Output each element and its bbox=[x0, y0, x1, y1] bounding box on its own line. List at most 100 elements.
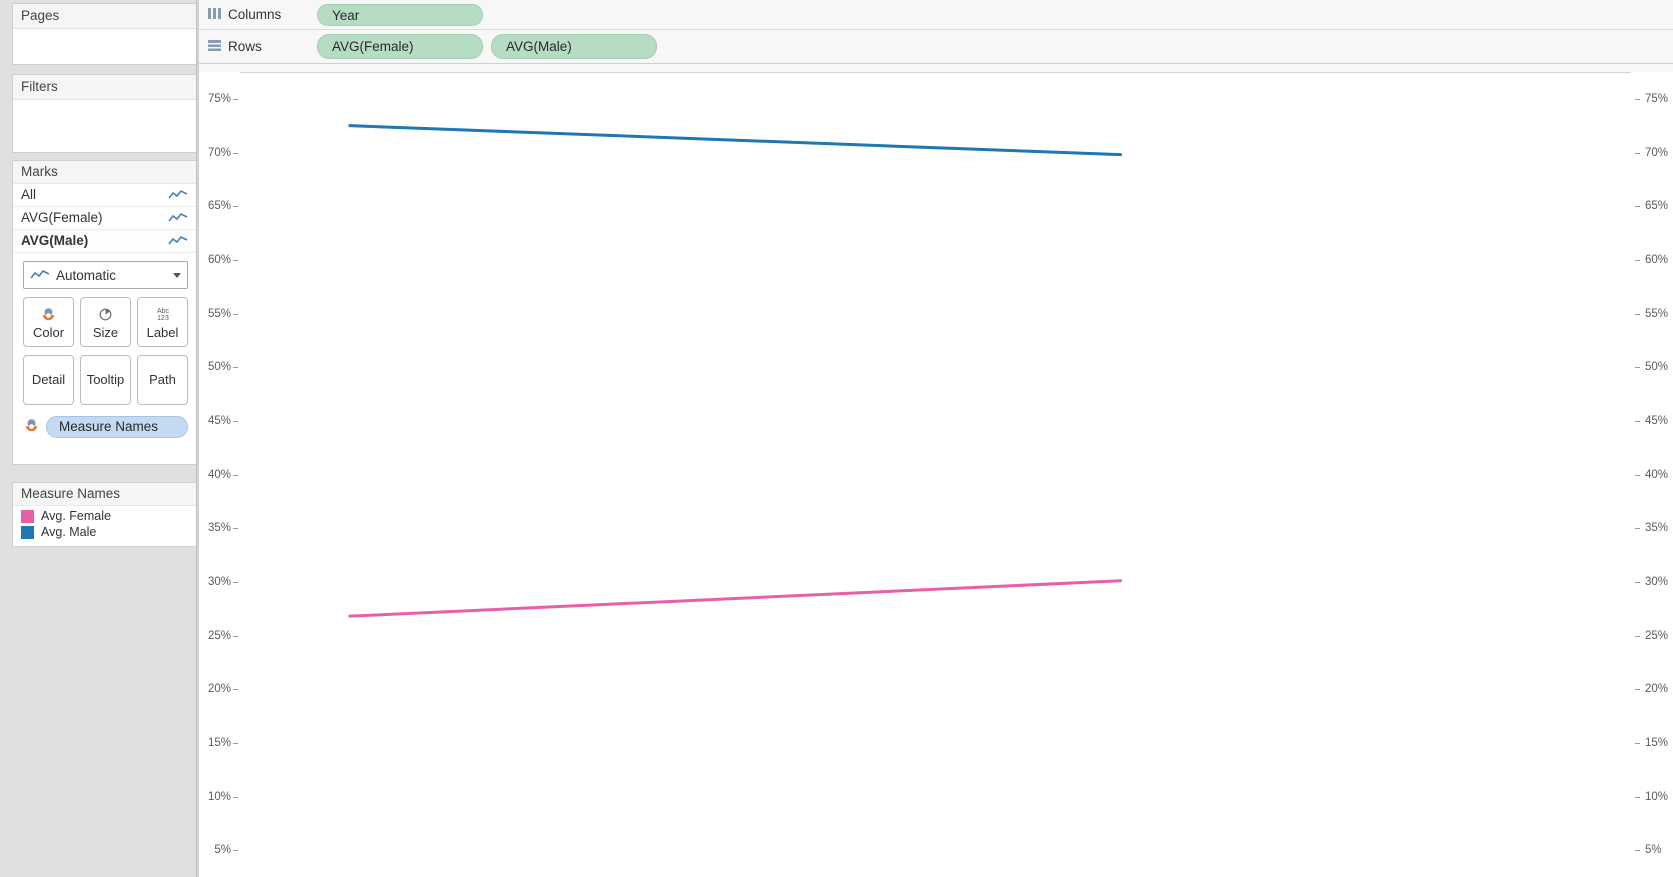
y-axis-tick-mark bbox=[233, 528, 238, 530]
y-axis-tick-mark bbox=[1635, 259, 1640, 261]
rows-label: Rows bbox=[228, 39, 262, 54]
measure-names-legend: Measure Names Avg. Female Avg. Male bbox=[12, 482, 199, 547]
y-axis-tick-label: 55% bbox=[1645, 307, 1669, 320]
rows-pill-avg-male[interactable]: AVG(Male) bbox=[491, 34, 657, 59]
path-button-label: Path bbox=[149, 372, 176, 387]
rows-pill-avg-female[interactable]: AVG(Female) bbox=[317, 34, 483, 59]
chart-view: 75% 70% 65% 60% 55% 50% 45% 40% 35% 30% 25% 20% 15% 1… bbox=[199, 72, 1673, 877]
y-axis-tick-mark bbox=[233, 850, 238, 852]
marks-layer-avg-female[interactable]: AVG(Female) bbox=[13, 207, 198, 230]
y-axis-tick-mark bbox=[233, 98, 238, 100]
marks-layer-all[interactable]: All bbox=[13, 184, 198, 207]
legend-item[interactable]: Avg. Female bbox=[13, 508, 198, 524]
series-line[interactable] bbox=[348, 579, 1123, 618]
mark-type-value: Automatic bbox=[56, 267, 117, 283]
y-axis-tick-label: 20% bbox=[1645, 683, 1669, 696]
y-axis-tick-mark bbox=[233, 206, 238, 208]
y-axis-left[interactable]: 75% 70% 65% 60% 55% 50% 45% 40% 35% 30% 25% 20% 15% 1… bbox=[199, 72, 240, 877]
columns-shelf[interactable]: Columns Year bbox=[199, 0, 1673, 30]
chart-lines bbox=[348, 124, 1123, 618]
y-axis-tick-mark bbox=[233, 635, 238, 637]
mark-type-select[interactable]: Automatic bbox=[23, 261, 188, 289]
y-axis-tick-label: 60% bbox=[207, 253, 231, 266]
marks-card-title: Marks bbox=[13, 161, 198, 184]
rows-icon bbox=[208, 39, 221, 54]
y-axis-tick-mark bbox=[1635, 313, 1640, 315]
detail-button-label: Detail bbox=[31, 372, 66, 387]
y-axis-tick-mark bbox=[1635, 850, 1640, 852]
marks-encoding-row: Measure Names bbox=[23, 416, 188, 438]
label-button[interactable]: Abc 123 Label bbox=[137, 297, 188, 347]
y-axis-tick-mark bbox=[233, 259, 238, 261]
y-axis-tick-mark bbox=[1635, 474, 1640, 476]
line-chart-icon bbox=[168, 212, 188, 224]
marks-layer-avg-male-label: AVG(Male) bbox=[21, 233, 89, 248]
color-button-label: Color bbox=[32, 325, 65, 340]
size-button[interactable]: Size bbox=[80, 297, 131, 347]
marks-layer-list: All AVG(Female) AVG(Male) bbox=[13, 184, 198, 253]
y-axis-tick-label: 45% bbox=[207, 414, 231, 427]
rows-shelf[interactable]: Rows AVG(Female) AVG(Male) bbox=[199, 30, 1673, 64]
columns-shelf-label-group: Columns bbox=[199, 7, 317, 22]
y-axis-tick-mark bbox=[233, 367, 238, 369]
y-axis-tick-label: 65% bbox=[207, 200, 231, 213]
y-axis-tick-mark bbox=[233, 420, 238, 422]
legend-item-label: Avg. Female bbox=[41, 509, 111, 523]
marks-layer-all-label: All bbox=[21, 187, 37, 202]
detail-button[interactable]: Detail bbox=[23, 355, 74, 405]
left-panel: Pages Filters Marks All AVG(Female) AVG(… bbox=[0, 0, 199, 877]
y-axis-tick-mark bbox=[1635, 367, 1640, 369]
color-palette-icon bbox=[23, 417, 40, 437]
size-button-label: Size bbox=[92, 325, 119, 340]
y-axis-tick-mark bbox=[233, 689, 238, 691]
line-chart-icon bbox=[168, 235, 188, 247]
y-axis-tick-mark bbox=[1635, 528, 1640, 530]
path-button[interactable]: Path bbox=[137, 355, 188, 405]
filters-card-dropzone[interactable] bbox=[13, 100, 198, 152]
y-axis-tick-mark bbox=[233, 152, 238, 154]
y-axis-tick-label: 65% bbox=[1645, 200, 1669, 213]
marks-layer-avg-male[interactable]: AVG(Male) bbox=[13, 230, 198, 253]
y-axis-tick-mark bbox=[1635, 420, 1640, 422]
y-axis-tick-mark bbox=[1635, 689, 1640, 691]
svg-text:123: 123 bbox=[157, 315, 169, 322]
marks-layer-avg-female-label: AVG(Female) bbox=[21, 210, 103, 225]
y-axis-tick-label: 5% bbox=[1645, 844, 1662, 857]
shelf-area: Columns Year Rows AVG(Female) AVG(Male) bbox=[199, 0, 1673, 72]
y-axis-tick-label: 70% bbox=[207, 146, 231, 159]
legend-item-label: Avg. Male bbox=[41, 525, 97, 539]
rows-shelf-label-group: Rows bbox=[199, 39, 317, 54]
filters-card-title: Filters bbox=[13, 75, 198, 100]
label-button-label: Label bbox=[146, 325, 179, 340]
tableau-worksheet: Pages Filters Marks All AVG(Female) AVG(… bbox=[0, 0, 1673, 877]
y-axis-tick-mark bbox=[233, 796, 238, 798]
y-axis-tick-label: 50% bbox=[1645, 361, 1669, 374]
y-axis-right[interactable]: 75% 70% 65% 60% 55% 50% 45% 40% 35% 30% 25% 20% 15% 1… bbox=[1631, 72, 1673, 877]
y-axis-tick-mark bbox=[1635, 635, 1640, 637]
y-axis-tick-label: 45% bbox=[1645, 414, 1669, 427]
color-button[interactable]: Color bbox=[23, 297, 74, 347]
y-axis-tick-label: 5% bbox=[214, 844, 231, 857]
pages-card-dropzone[interactable] bbox=[13, 29, 198, 64]
y-axis-tick-label: 25% bbox=[207, 629, 231, 642]
y-axis-tick-mark bbox=[233, 581, 238, 583]
series-line[interactable] bbox=[348, 124, 1123, 157]
columns-pill-year[interactable]: Year bbox=[317, 3, 483, 26]
marks-card-controls: Automatic Color Size Abc 123 Label Detai… bbox=[13, 253, 198, 446]
y-axis-tick-label: 30% bbox=[207, 575, 231, 588]
y-axis-tick-mark bbox=[233, 474, 238, 476]
size-icon bbox=[97, 304, 114, 324]
tooltip-button-label: Tooltip bbox=[86, 372, 125, 387]
legend-item-list: Avg. Female Avg. Male bbox=[13, 506, 198, 543]
y-axis-tick-mark bbox=[1635, 796, 1640, 798]
y-axis-tick-mark bbox=[1635, 206, 1640, 208]
y-axis-tick-label: 75% bbox=[1645, 92, 1669, 105]
y-axis-tick-label: 40% bbox=[1645, 468, 1669, 481]
marks-button-row-2: Detail Tooltip Path bbox=[23, 355, 188, 405]
plot-area[interactable] bbox=[240, 72, 1631, 877]
tooltip-button[interactable]: Tooltip bbox=[80, 355, 131, 405]
legend-item[interactable]: Avg. Male bbox=[13, 524, 198, 540]
y-axis-tick-label: 15% bbox=[207, 736, 231, 749]
y-axis-tick-label: 35% bbox=[1645, 522, 1669, 535]
measure-names-pill[interactable]: Measure Names bbox=[46, 416, 188, 438]
